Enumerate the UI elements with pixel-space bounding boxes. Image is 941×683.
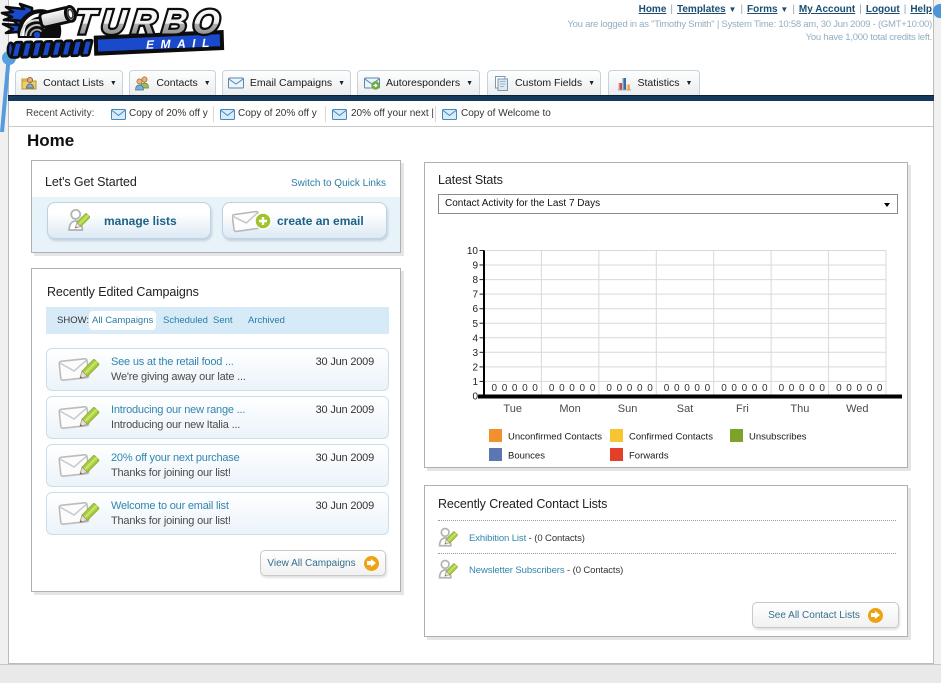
svg-text:6: 6 — [472, 304, 478, 315]
svg-text:0: 0 — [647, 383, 653, 394]
svg-text:0: 0 — [502, 383, 508, 394]
svg-text:0: 0 — [721, 383, 727, 394]
svg-text:0: 0 — [580, 383, 586, 394]
svg-text:0: 0 — [674, 383, 680, 394]
svg-text:0: 0 — [846, 383, 852, 394]
svg-text:0: 0 — [522, 383, 528, 394]
svg-text:0: 0 — [617, 383, 623, 394]
svg-text:0: 0 — [857, 383, 863, 394]
svg-text:8: 8 — [472, 275, 478, 286]
svg-text:Unconfirmed Contacts: Unconfirmed Contacts — [508, 432, 602, 443]
svg-text:0: 0 — [694, 383, 700, 394]
svg-text:0: 0 — [809, 383, 815, 394]
svg-text:0: 0 — [637, 383, 643, 394]
svg-text:5: 5 — [472, 319, 478, 330]
svg-text:4: 4 — [472, 333, 478, 344]
svg-text:Confirmed Contacts: Confirmed Contacts — [629, 432, 713, 443]
svg-text:0: 0 — [836, 383, 842, 394]
svg-text:0: 0 — [606, 383, 612, 394]
svg-text:Forwards: Forwards — [629, 451, 669, 462]
svg-text:0: 0 — [867, 383, 873, 394]
svg-text:0: 0 — [789, 383, 795, 394]
svg-text:0: 0 — [532, 383, 538, 394]
svg-text:Mon: Mon — [559, 403, 580, 415]
svg-text:0: 0 — [877, 383, 883, 394]
svg-text:0: 0 — [762, 383, 768, 394]
svg-text:Fri: Fri — [736, 403, 749, 415]
svg-text:Bounces: Bounces — [508, 451, 545, 462]
svg-text:Wed: Wed — [846, 403, 868, 415]
svg-text:1: 1 — [472, 377, 478, 388]
svg-text:0: 0 — [549, 383, 555, 394]
svg-text:0: 0 — [627, 383, 633, 394]
svg-text:0: 0 — [731, 383, 737, 394]
svg-text:3: 3 — [472, 348, 478, 359]
svg-text:0: 0 — [742, 383, 748, 394]
svg-text:9: 9 — [472, 261, 478, 272]
svg-text:Sat: Sat — [677, 403, 694, 415]
svg-text:Thu: Thu — [790, 403, 809, 415]
svg-text:2: 2 — [472, 362, 478, 373]
svg-text:0: 0 — [705, 383, 711, 394]
svg-text:0: 0 — [664, 383, 670, 394]
svg-text:0: 0 — [819, 383, 825, 394]
svg-text:Unsubscribes: Unsubscribes — [749, 432, 807, 443]
svg-text:0: 0 — [559, 383, 565, 394]
svg-text:0: 0 — [492, 383, 498, 394]
svg-text:0: 0 — [472, 392, 478, 403]
svg-text:Sun: Sun — [618, 403, 638, 415]
svg-text:Tue: Tue — [503, 403, 522, 415]
svg-text:7: 7 — [472, 290, 478, 301]
svg-text:0: 0 — [752, 383, 758, 394]
svg-text:0: 0 — [590, 383, 596, 394]
svg-text:0: 0 — [684, 383, 690, 394]
svg-text:0: 0 — [512, 383, 518, 394]
svg-text:0: 0 — [799, 383, 805, 394]
svg-text:TURBO: TURBO — [73, 4, 228, 42]
svg-text:10: 10 — [467, 246, 479, 257]
svg-text:0: 0 — [779, 383, 785, 394]
svg-text:0: 0 — [569, 383, 575, 394]
